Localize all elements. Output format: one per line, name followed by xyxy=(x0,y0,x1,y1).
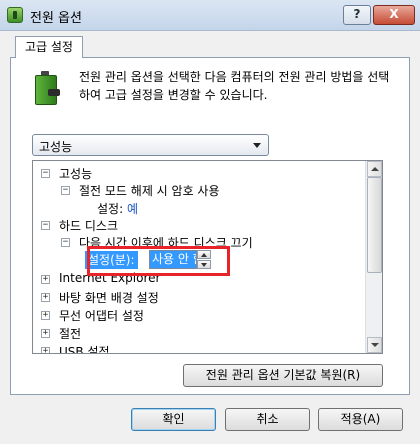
close-button[interactable]: X xyxy=(373,5,415,25)
collapse-icon[interactable]: − xyxy=(41,169,50,178)
expand-icon[interactable]: + xyxy=(41,293,50,302)
collapse-icon[interactable]: − xyxy=(41,221,50,230)
expand-icon[interactable]: + xyxy=(41,329,50,338)
power-plan-select[interactable]: 고성능 xyxy=(32,134,269,156)
cancel-button[interactable]: 취소 xyxy=(225,408,310,431)
battery-power-icon xyxy=(30,69,62,105)
help-button[interactable]: ? xyxy=(343,5,371,25)
expand-icon[interactable]: + xyxy=(41,347,50,353)
description-text: 전원 관리 옵션을 선택한 다음 컴퓨터의 전원 관리 방법을 선택하여 고급 … xyxy=(79,70,390,102)
collapse-icon[interactable]: − xyxy=(61,186,70,195)
ok-button[interactable]: 확인 xyxy=(131,408,216,431)
vertical-scrollbar[interactable] xyxy=(365,161,382,353)
power-plan-select-value: 고성능 xyxy=(39,140,73,154)
setting-label: 설정: xyxy=(97,202,124,216)
expand-icon[interactable]: + xyxy=(41,311,50,320)
tree-item-setting[interactable]: 설정: 예 xyxy=(97,200,138,217)
scrollbar-thumb[interactable] xyxy=(367,177,382,273)
chevron-down-icon xyxy=(253,143,261,148)
apply-button[interactable]: 적용(A) xyxy=(318,408,403,431)
scroll-up-icon[interactable] xyxy=(367,161,382,177)
setting-value[interactable]: 예 xyxy=(127,202,138,216)
title-bar: 전원 옵션 ? X xyxy=(0,0,420,31)
scroll-down-icon[interactable] xyxy=(367,337,382,353)
restore-defaults-button[interactable]: 전원 관리 옵션 기본값 복원(R) xyxy=(183,364,383,387)
highlight-annotation xyxy=(87,246,230,276)
power-options-icon xyxy=(7,7,23,23)
expand-icon[interactable]: + xyxy=(41,275,50,284)
collapse-icon[interactable]: − xyxy=(61,238,70,247)
window-title: 전원 옵션 xyxy=(30,11,82,26)
tab-advanced-settings[interactable]: 고급 설정 xyxy=(15,36,83,58)
